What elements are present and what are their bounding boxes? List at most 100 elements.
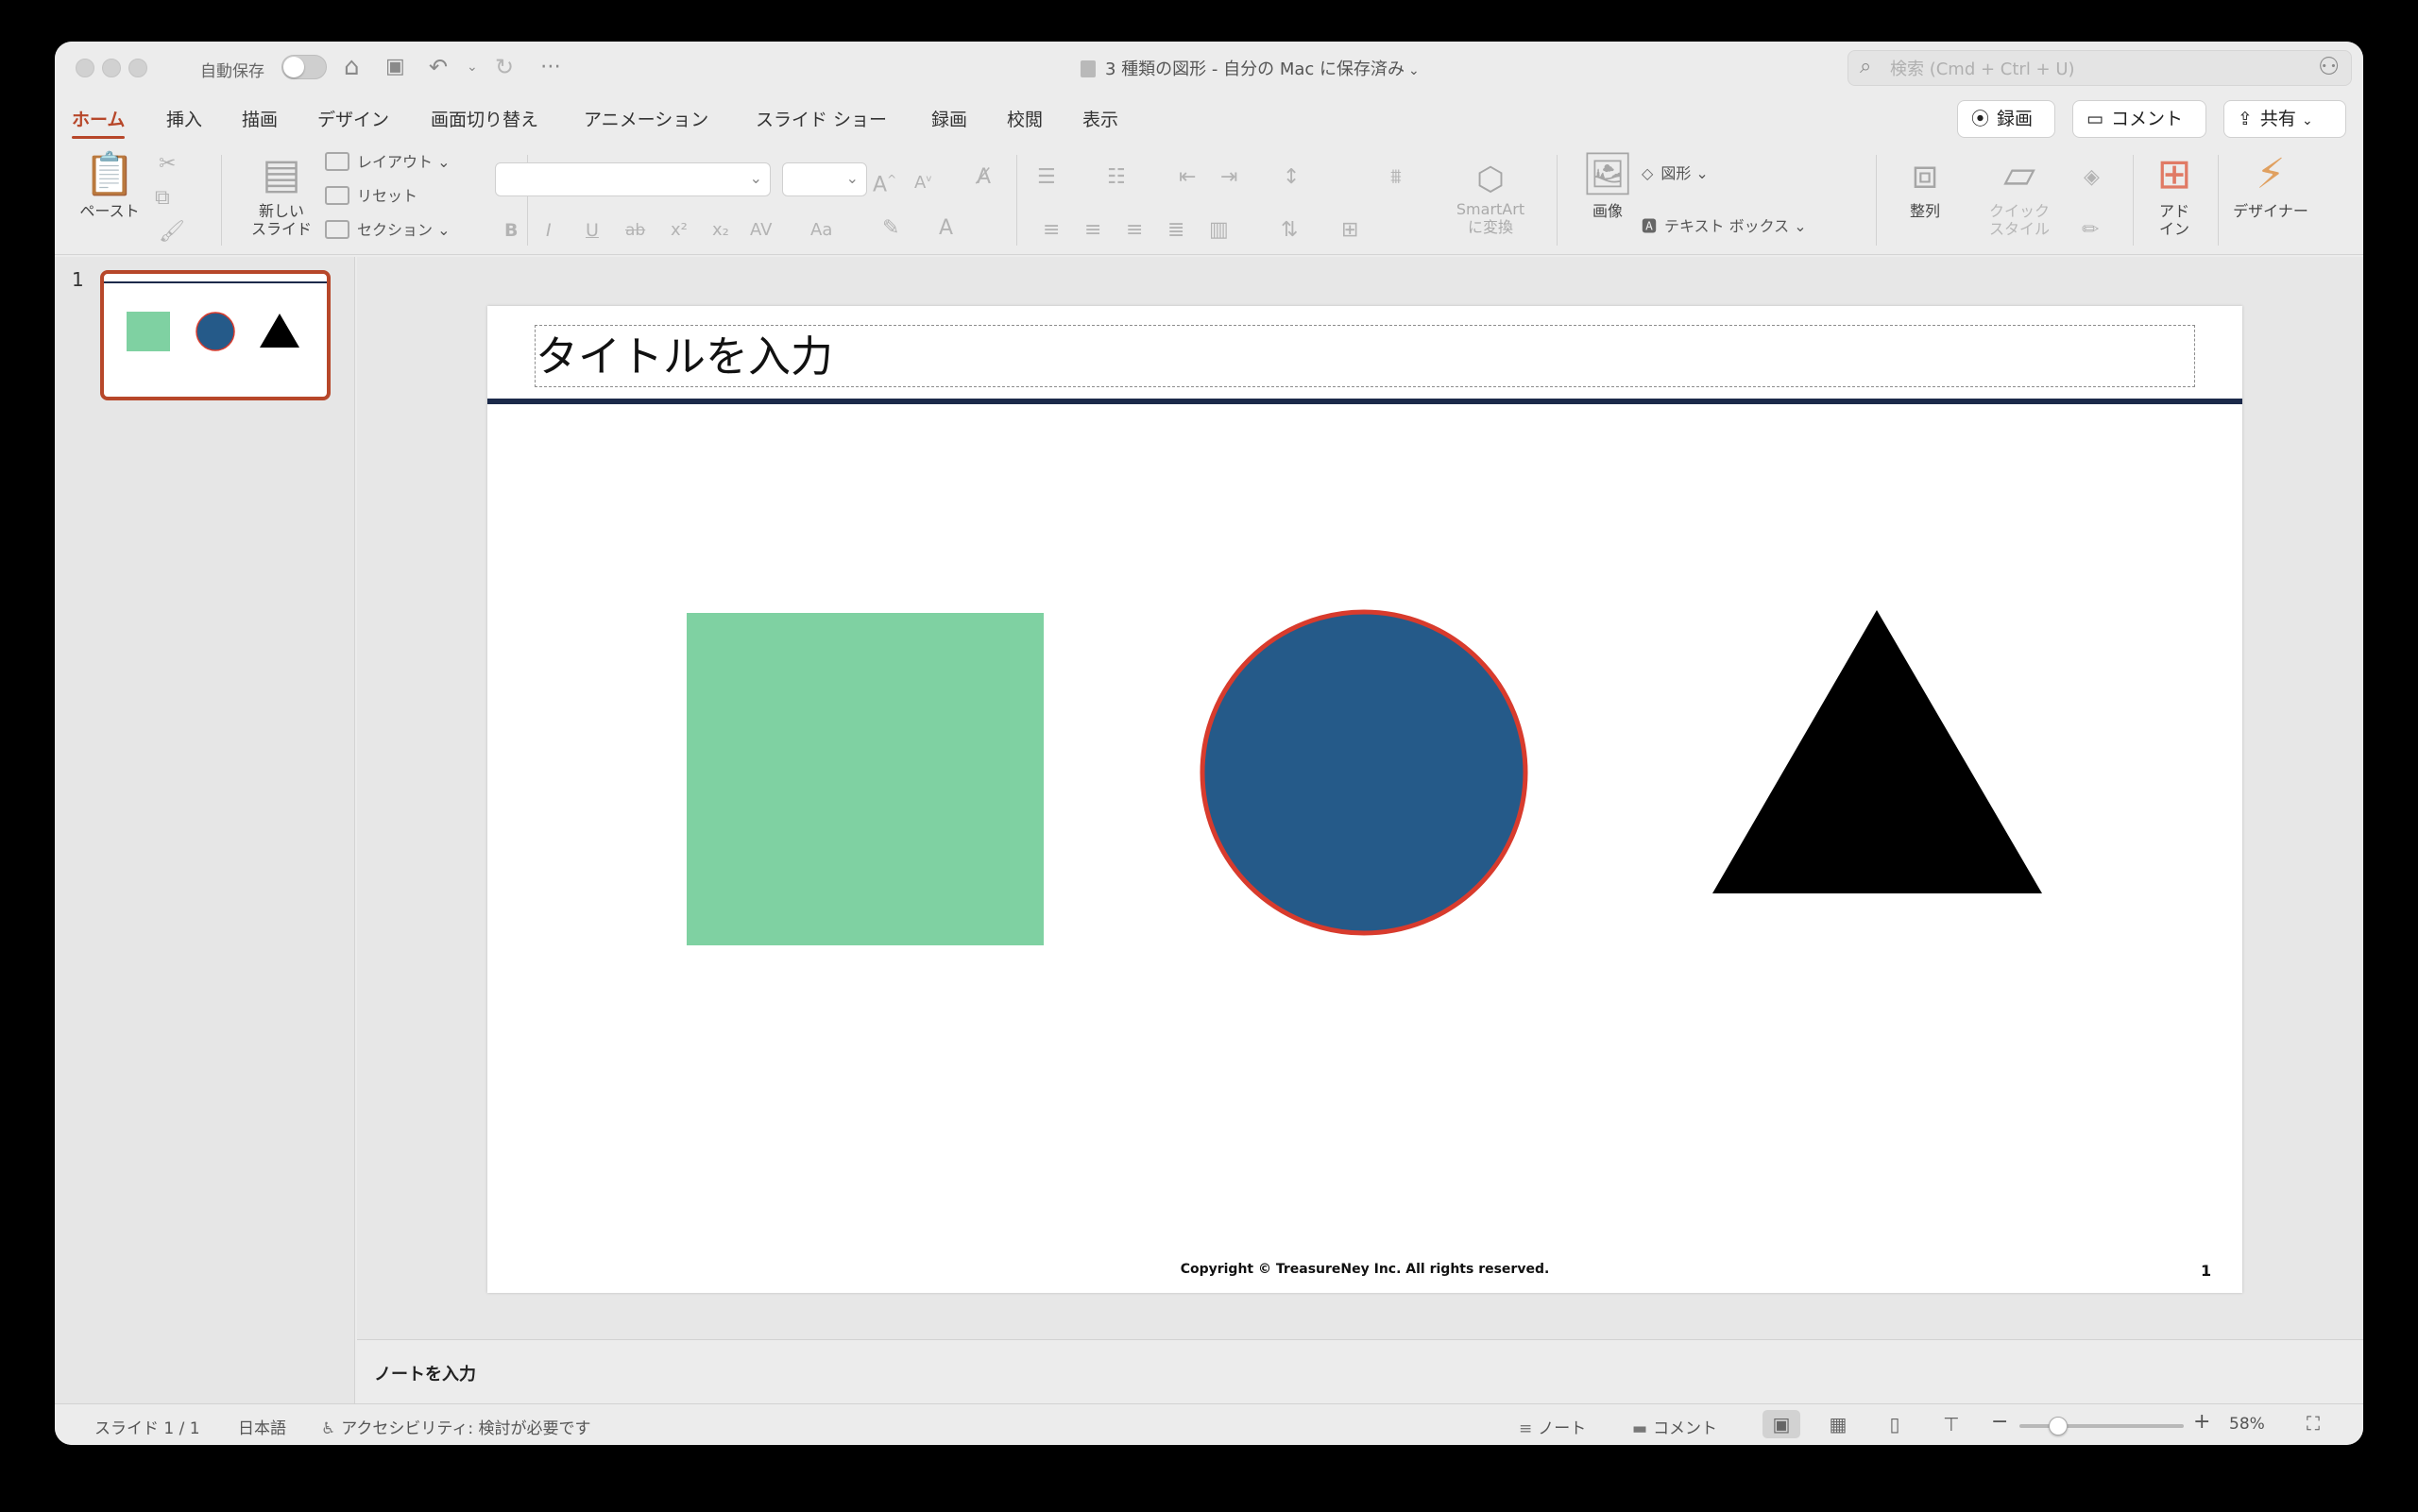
text-direction-icon[interactable]: ⇅ — [1281, 217, 1298, 244]
green-square-shape[interactable] — [687, 613, 1044, 945]
arrange-button[interactable]: ⧈ 整列 — [1882, 151, 1968, 221]
search-input[interactable] — [1890, 57, 2334, 81]
share-button[interactable]: ⇪ 共有 ⌄ — [2223, 100, 2346, 138]
italic-icon[interactable]: I — [546, 217, 552, 244]
thumbnail-circle — [196, 312, 235, 351]
columns-icon[interactable]: ▥ — [1209, 217, 1229, 244]
align-left-icon[interactable]: ≡ — [1043, 217, 1060, 244]
strikethrough-icon[interactable]: ab — [625, 217, 645, 244]
save-icon[interactable]: ▣ — [385, 51, 405, 83]
search-box[interactable]: ⌕ — [1848, 50, 2352, 86]
search-icon: ⌕ — [1860, 55, 1872, 78]
clear-formatting-icon[interactable]: A̸ — [977, 164, 991, 191]
increase-indent-icon[interactable]: ⇥ — [1220, 164, 1237, 191]
align-text-icon[interactable]: ⊞ — [1341, 217, 1358, 244]
tab-animations[interactable]: アニメーション — [584, 106, 708, 131]
tab-design[interactable]: デザイン — [317, 106, 389, 131]
add-ins-button[interactable]: ⊞ アド イン — [2138, 151, 2210, 239]
more-commands-icon[interactable]: ⋯ — [540, 51, 561, 83]
tab-transitions[interactable]: 画面切り替え — [431, 106, 538, 131]
black-triangle-shape[interactable] — [1712, 610, 2042, 893]
font-name-select[interactable]: ⌄ — [495, 162, 771, 196]
zoom-in-button[interactable]: + — [2193, 1410, 2210, 1434]
reset-button[interactable]: リセット — [325, 185, 417, 208]
autosave-toggle[interactable] — [281, 55, 327, 79]
decrease-font-size-icon[interactable]: Av — [914, 166, 931, 196]
document-title[interactable]: 3 種類の図形 - 自分の Mac に保存済み ⌄ — [1081, 56, 1420, 80]
bullets-icon[interactable]: ☰ — [1037, 164, 1056, 191]
zoom-out-button[interactable]: − — [1991, 1410, 2008, 1434]
reset-icon — [325, 186, 349, 205]
increase-font-size-icon[interactable]: A^ — [873, 166, 896, 198]
new-slide-button[interactable]: ▤ 新しい スライド — [236, 151, 327, 239]
zoom-percentage[interactable]: 58% — [2229, 1415, 2265, 1434]
line-spacing-icon[interactable]: ↕ — [1283, 164, 1300, 191]
home-icon[interactable]: ⌂ — [344, 51, 360, 83]
designer-button[interactable]: ⚡ デザイナー — [2212, 151, 2329, 221]
slide-thumbnail[interactable] — [100, 270, 331, 400]
convert-to-smartart-icon[interactable]: ⩩ — [1390, 164, 1402, 191]
zoom-slider-knob[interactable] — [2048, 1417, 2068, 1436]
fit-to-window-icon[interactable]: ⛶ — [2307, 1412, 2320, 1435]
section-button[interactable]: セクション ⌄ — [325, 219, 451, 242]
zoom-window-button[interactable] — [128, 59, 147, 77]
slide-sorter-view-button[interactable]: ▦ — [1819, 1410, 1857, 1438]
tab-review[interactable]: 校閲 — [1007, 106, 1043, 131]
notes-toggle-button[interactable]: ≡ ノート — [1519, 1415, 1586, 1438]
notes-icon: ≡ — [1519, 1419, 1533, 1438]
shapes-button[interactable]: ◇ 図形 ⌄ — [1642, 162, 1709, 185]
notes-pane[interactable]: ノートを入力 — [357, 1339, 2363, 1403]
blue-circle-shape[interactable] — [1200, 609, 1528, 936]
language-indicator[interactable]: 日本語 — [238, 1415, 286, 1438]
superscript-icon[interactable]: x² — [671, 217, 688, 244]
justify-icon[interactable]: ≣ — [1167, 217, 1184, 244]
align-center-icon[interactable]: ≡ — [1084, 217, 1101, 244]
redo-icon[interactable]: ↻ — [495, 51, 514, 83]
tab-view[interactable]: 表示 — [1082, 106, 1118, 131]
slide-canvas[interactable]: タイトルを入力 Copyright © TreasureNey Inc. All… — [487, 306, 2242, 1293]
tab-home[interactable]: ホーム — [72, 106, 126, 139]
layout-button[interactable]: レイアウト ⌄ — [325, 151, 451, 174]
minimize-window-button[interactable] — [102, 59, 121, 77]
font-size-select[interactable]: ⌄ — [782, 162, 867, 196]
layout-chevron-down-icon: ⌄ — [433, 153, 451, 171]
align-right-icon[interactable]: ≡ — [1126, 217, 1143, 244]
shape-fill-icon[interactable]: ◈ — [2084, 164, 2100, 191]
shape-outline-icon[interactable]: ✏ — [2082, 217, 2099, 244]
slide-page-number: 1 — [2201, 1262, 2212, 1280]
comment-button[interactable]: ▭ コメント — [2072, 100, 2206, 138]
reading-view-button[interactable]: ▯ — [1876, 1410, 1914, 1438]
underline-icon[interactable]: U — [586, 217, 599, 244]
normal-view-button[interactable]: ▣ — [1762, 1410, 1800, 1438]
tab-slideshow[interactable]: スライド ショー — [756, 106, 887, 131]
convert-to-smartart-button[interactable]: ⬡ SmartArt に変換 — [1434, 162, 1547, 236]
copy-icon[interactable]: ⧉ — [155, 185, 170, 212]
quick-styles-button[interactable]: ▱ クイック スタイル — [1972, 151, 2067, 239]
undo-icon[interactable]: ↶ — [429, 51, 448, 83]
slideshow-view-button[interactable]: ⊤ — [1933, 1410, 1970, 1438]
highlight-icon[interactable]: ✎ — [882, 215, 899, 242]
accessibility-status[interactable]: ♿ アクセシビリティ: 検討が必要です — [321, 1415, 591, 1438]
tab-record[interactable]: 録画 — [931, 106, 967, 131]
cut-icon[interactable]: ✂ — [159, 151, 176, 178]
notes-placeholder[interactable]: ノートを入力 — [374, 1361, 476, 1385]
paste-button[interactable]: 📋 ペースト — [72, 151, 147, 221]
close-window-button[interactable] — [76, 59, 94, 77]
font-color-icon[interactable]: A — [939, 215, 953, 242]
tab-draw[interactable]: 描画 — [242, 106, 278, 131]
account-icon[interactable]: ⚇ — [2318, 53, 2340, 81]
numbering-icon[interactable]: ☷ — [1107, 164, 1126, 191]
subscript-icon[interactable]: x₂ — [712, 217, 729, 244]
picture-button[interactable]: 🖼 画像 — [1560, 151, 1655, 221]
undo-dropdown-chevron-icon[interactable]: ⌄ — [467, 51, 478, 83]
format-painter-icon[interactable]: 🖌 — [159, 219, 185, 246]
decrease-indent-icon[interactable]: ⇤ — [1179, 164, 1196, 191]
character-spacing-icon[interactable]: AV — [750, 217, 772, 244]
textbox-button[interactable]: 🅰 テキスト ボックス ⌄ — [1642, 215, 1807, 238]
comments-toggle-button[interactable]: ▬ コメント — [1632, 1415, 1717, 1438]
change-case-icon[interactable]: Aa — [810, 217, 832, 244]
bold-icon[interactable]: B — [504, 217, 518, 244]
record-button[interactable]: ⦿ 録画 — [1957, 100, 2055, 138]
zoom-slider[interactable] — [2019, 1417, 2184, 1436]
tab-insert[interactable]: 挿入 — [166, 106, 202, 131]
